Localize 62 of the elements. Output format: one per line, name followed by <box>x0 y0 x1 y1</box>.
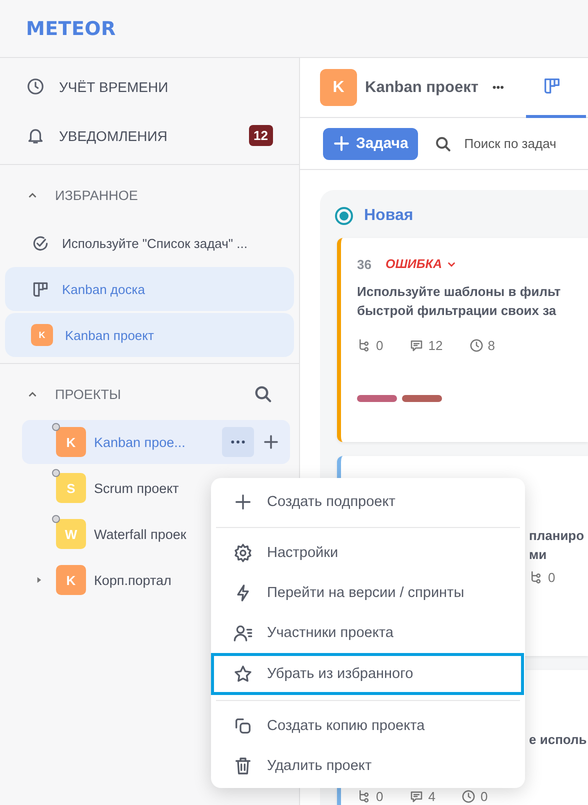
clock-icon <box>26 77 45 96</box>
stat-count: 0 <box>480 789 488 804</box>
board-icon <box>542 76 562 96</box>
dots-icon <box>230 439 246 445</box>
menu-item[interactable]: Участники проекта <box>211 613 525 653</box>
task-icon <box>31 234 50 252</box>
status-icon <box>334 206 354 226</box>
star-icon <box>233 664 253 684</box>
task-title: быстрой фильтрации своих за <box>357 302 558 320</box>
add-icon[interactable] <box>262 433 280 451</box>
nav-item[interactable]: УЧЁТ ВРЕМЕНИ <box>0 62 299 111</box>
task-title: Используйте шаблоны в фильт <box>357 283 562 301</box>
menu-item[interactable]: Убрать из избранного <box>211 653 524 695</box>
notification-badge: 12 <box>248 125 273 146</box>
stat-count: 0 <box>376 338 384 353</box>
task-number: 36 <box>357 256 372 272</box>
stat-count: 0 <box>376 789 384 804</box>
column-title: Новая <box>364 207 414 225</box>
trash-icon <box>233 756 253 776</box>
project-avatar: W <box>56 519 86 549</box>
search-icon <box>434 134 452 152</box>
plus-icon <box>333 135 350 152</box>
users-icon <box>233 623 253 643</box>
project-avatar: K <box>31 324 53 346</box>
menu-item[interactable]: Создать подпроект <box>211 482 525 522</box>
section-title: ИЗБРАННОЕ <box>55 188 139 202</box>
task-title: планиро <box>529 527 586 545</box>
task-card[interactable]: 36 ОШИБКА Используйте шаблоны в фильт быстрой фильтрации своих за 0 12 8 <box>337 238 588 442</box>
add-task-button[interactable]: Задача <box>323 128 418 160</box>
stat-count: 4 <box>428 789 436 804</box>
project-avatar: K <box>320 69 357 106</box>
menu-item[interactable]: Настройки <box>211 533 525 573</box>
board-icon <box>31 280 50 298</box>
plus-icon <box>233 492 253 512</box>
project-title: Kanban проект <box>365 78 478 96</box>
project-avatar: S <box>56 473 86 503</box>
more-button[interactable]: ••• <box>492 82 504 94</box>
menu-item[interactable]: Создать копию проекта <box>211 706 525 746</box>
project-avatar: K <box>56 427 86 457</box>
stat-count: 8 <box>488 338 495 353</box>
menu-item[interactable]: Удалить проект <box>211 746 525 786</box>
project-avatar: K <box>56 565 86 595</box>
logo[interactable]: METEOR <box>26 18 116 40</box>
nav-item[interactable]: УВЕДОМЛЕНИЯ 12 <box>0 111 299 160</box>
section-title: ПРОЕКТЫ <box>55 386 122 402</box>
search-field[interactable]: Поиск по задач <box>434 134 588 152</box>
more-button[interactable] <box>222 427 254 457</box>
stat-count: 0 <box>548 570 556 585</box>
search-icon[interactable] <box>253 384 273 404</box>
comment-icon <box>409 338 424 353</box>
stat-count: 12 <box>428 338 443 353</box>
copy-icon <box>233 716 253 736</box>
bell-icon <box>26 126 45 145</box>
clock-icon <box>461 789 476 804</box>
gear-icon <box>233 543 253 563</box>
comment-icon <box>409 789 424 804</box>
clock-icon <box>468 338 484 353</box>
favorite-item[interactable]: Используйте "Список задач" ... <box>5 221 294 265</box>
menu-item[interactable]: Перейти на версии / спринты <box>211 573 525 613</box>
task-type[interactable]: ОШИБКА <box>385 257 442 271</box>
task-title: ми <box>529 546 548 564</box>
task-title: е исполь <box>529 731 588 749</box>
